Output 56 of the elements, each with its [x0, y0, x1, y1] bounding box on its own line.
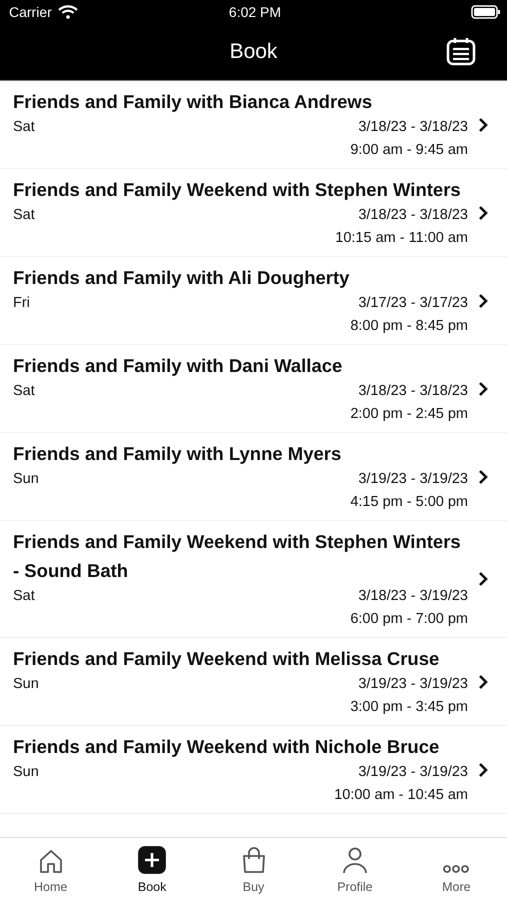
- add-icon: [138, 846, 166, 874]
- session-dates: 3/19/23 - 3/19/23: [358, 675, 468, 694]
- session-dates: 3/18/23 - 3/18/23: [358, 118, 468, 137]
- more-icon: [442, 864, 470, 874]
- tab-bar-item[interactable]: Profile: [304, 838, 406, 900]
- wifi-icon: [58, 5, 78, 19]
- session-time: 10:15 am - 11:00 am: [335, 229, 468, 248]
- tab-bar-item[interactable]: Buy: [202, 838, 304, 900]
- tab-bar-item[interactable]: Home: [0, 838, 102, 900]
- session-title: Friends and Family Weekend with Stephen Winters: [13, 178, 462, 202]
- chevron-icon: [478, 571, 488, 587]
- chevron-icon: [478, 762, 488, 778]
- tab-bar-item[interactable]: More: [406, 838, 507, 900]
- session-dates: 3/19/23 - 3/19/23: [358, 763, 468, 782]
- session-title: Friends and Family Weekend with Melissa Cruse: [13, 647, 440, 671]
- session-dates: 3/19/23 - 3/19/23: [358, 470, 468, 489]
- battery-icon: [470, 5, 501, 19]
- chevron-icon: [478, 204, 488, 220]
- calendar-icon[interactable]: [446, 36, 476, 66]
- session-time: 3:00 pm - 3:45 pm: [350, 698, 468, 717]
- session-day: Fri: [13, 292, 30, 315]
- session-dates: 3/18/23 - 3/18/23: [358, 382, 468, 401]
- session-dates: 3/18/23 - 3/19/23: [358, 587, 468, 606]
- session-title: Friends and Family with Ali Dougherty: [13, 266, 350, 290]
- status-time: 6:02 PM: [228, 4, 282, 20]
- session-dates: 3/17/23 - 3/17/23: [358, 294, 468, 313]
- session-title: Friends and Family with Dani Wallace: [13, 354, 344, 378]
- session-time: 8:00 pm - 8:45 pm: [350, 317, 468, 336]
- chevron-icon: [478, 380, 488, 396]
- shopping-bag-icon: [240, 846, 267, 874]
- screen-title: Book: [230, 40, 278, 64]
- session-title: Friends and Family with Bianca Andrews: [13, 90, 374, 114]
- session-day: Sun: [13, 673, 39, 696]
- chevron-icon: [478, 292, 488, 308]
- session-day: Sat: [13, 380, 35, 403]
- session-day: Sun: [13, 468, 39, 491]
- tab-bar-item[interactable]: Book: [101, 838, 203, 900]
- session-time: 4:15 pm - 5:00 pm: [350, 493, 468, 512]
- session-title: Friends and Family Weekend with Nichole Bruce: [13, 735, 440, 759]
- session-time: 6:00 pm - 7:00 pm: [350, 610, 468, 629]
- session-day: Sun: [13, 761, 39, 784]
- carrier-label: Carrier: [9, 4, 52, 20]
- session-title: Friends and Family Weekend with Stephen Winters - Sound Bath: [13, 530, 462, 583]
- home-icon: [38, 848, 64, 874]
- session-day: Sat: [13, 116, 35, 139]
- person-icon: [340, 846, 369, 874]
- session-day: Sat: [13, 204, 35, 227]
- session-day: Sat: [13, 585, 35, 608]
- chevron-icon: [478, 468, 488, 484]
- session-dates: 3/18/23 - 3/18/23: [358, 206, 468, 225]
- chevron-icon: [478, 116, 488, 132]
- chevron-icon: [478, 674, 488, 690]
- session-time: 2:00 pm - 2:45 pm: [350, 405, 468, 424]
- session-time: 10:00 am - 10:45 am: [334, 786, 468, 805]
- session-time: 9:00 am - 9:45 am: [350, 141, 468, 160]
- session-title: Friends and Family with Lynne Myers: [13, 442, 342, 466]
